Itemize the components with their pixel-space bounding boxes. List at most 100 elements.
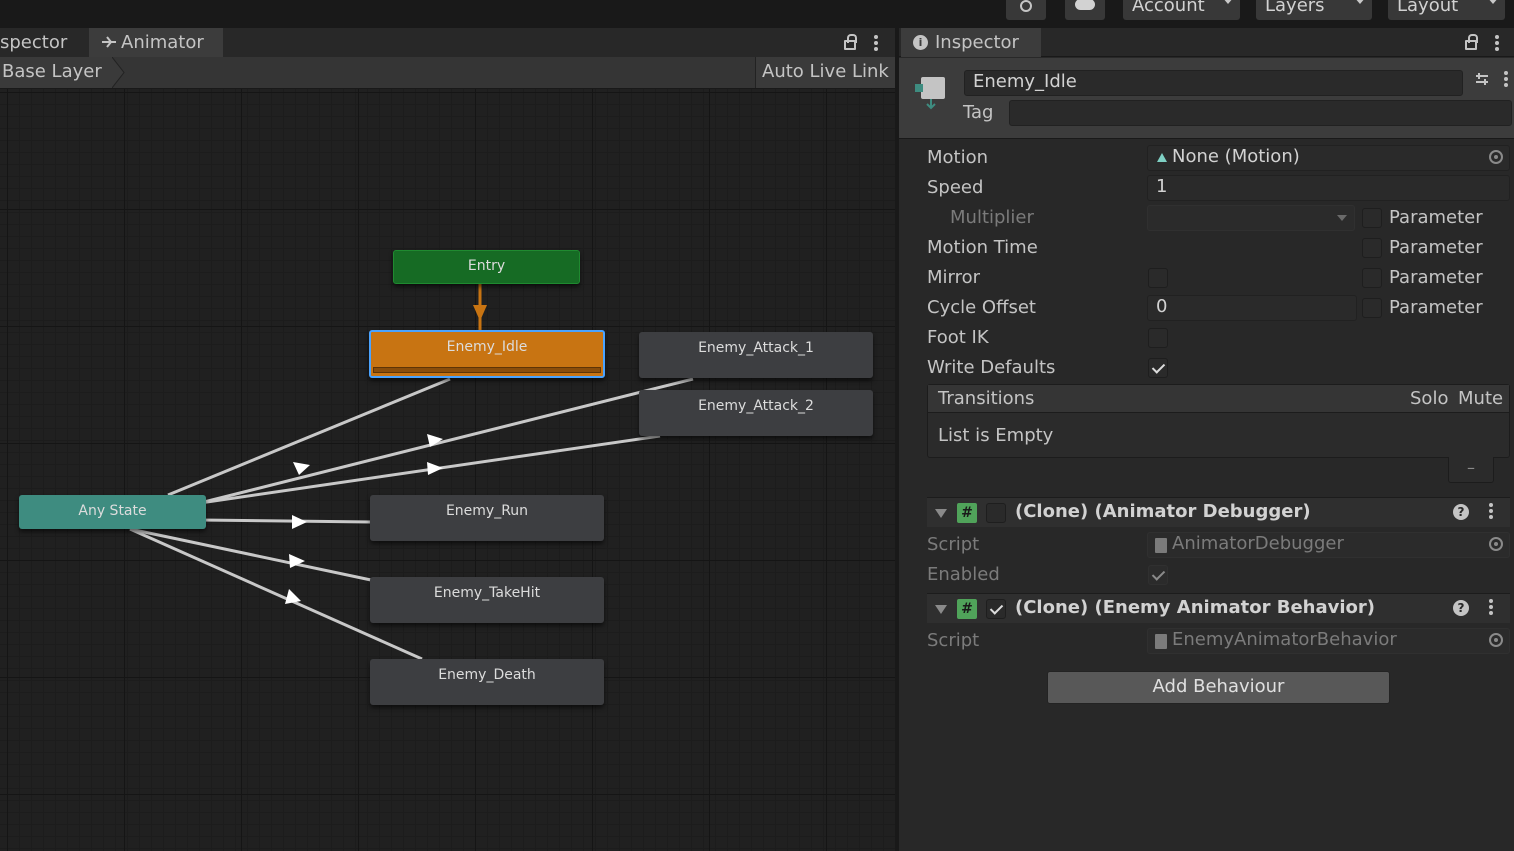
script-label: Script [927, 630, 980, 651]
foot-ik-label: Foot IK [927, 327, 989, 348]
breadcrumb-item-base-layer[interactable]: Base Layer [0, 57, 112, 88]
arrow-head [292, 515, 307, 529]
cycle-offset-label: Cycle Offset [927, 297, 1036, 318]
enabled-checkbox [1148, 565, 1168, 585]
state-machine-graph[interactable]: Entry Enemy_Idle Enemy_Attack_1 Enemy_At… [0, 89, 895, 851]
state-any-state[interactable]: Any State [19, 495, 206, 529]
motion-value: None (Motion) [1172, 146, 1300, 167]
more-options-icon[interactable] [1495, 35, 1499, 53]
write-defaults-checkbox[interactable] [1148, 358, 1168, 378]
state-label: Enemy_Death [438, 667, 536, 683]
state-enemy-death[interactable]: Enemy_Death [370, 659, 604, 705]
cloud-button[interactable] [1065, 0, 1105, 20]
state-label: Any State [78, 503, 147, 519]
lock-icon[interactable] [1465, 34, 1478, 50]
transition-any-to-run [199, 518, 372, 524]
tag-input[interactable] [1009, 100, 1512, 126]
animator-debugger-enabled-checkbox[interactable] [986, 503, 1006, 523]
script-label: Script [927, 534, 980, 555]
account-dropdown[interactable]: Account [1123, 0, 1240, 20]
speed-input[interactable]: 1 [1147, 175, 1510, 201]
mirror-parameter-checkbox[interactable] [1362, 268, 1382, 288]
behaviour-title: (Clone) (Animator Debugger) [1015, 501, 1311, 522]
add-behaviour-label: Add Behaviour [1152, 676, 1285, 697]
script-field: AnimatorDebugger [1147, 532, 1510, 558]
tab-label: Animator [121, 32, 204, 53]
mirror-checkbox[interactable] [1148, 268, 1168, 288]
animator-window: spector Animator Base Layer Auto Live Li… [0, 28, 895, 851]
more-options-icon[interactable] [1504, 71, 1508, 89]
foldout-icon[interactable] [935, 509, 947, 518]
multiplier-dropdown[interactable] [1147, 205, 1355, 231]
inspector-window: i Inspector Enemy_Idle Tag Motion None (M… [899, 28, 1514, 851]
layers-dropdown[interactable]: Layers [1256, 0, 1372, 20]
object-picker-icon[interactable] [1489, 633, 1503, 647]
state-label: Enemy_Attack_2 [698, 398, 814, 414]
play-settings-icon [1020, 0, 1032, 12]
tab-inspector[interactable]: i Inspector [901, 28, 1041, 57]
behaviour-header-enemy-animator-behavior[interactable]: # (Clone) (Enemy Animator Behavior) ? [927, 593, 1510, 623]
state-label: Enemy_Run [445, 503, 529, 519]
transitions-layer [129, 284, 694, 661]
chevron-down-icon [1222, 0, 1234, 4]
state-enemy-takehit[interactable]: Enemy_TakeHit [370, 577, 604, 623]
tab-inspector-partial[interactable]: spector [0, 28, 85, 57]
speed-value: 1 [1156, 176, 1168, 197]
state-name-value: Enemy_Idle [973, 71, 1077, 92]
state-progress-bar [373, 367, 601, 373]
inspector-tab-bar: i Inspector [899, 28, 1514, 57]
object-picker-icon[interactable] [1489, 150, 1503, 164]
foot-ik-checkbox[interactable] [1148, 328, 1168, 348]
object-picker-icon[interactable] [1489, 537, 1503, 551]
tag-label: Tag [963, 102, 994, 123]
auto-live-link-toggle[interactable]: Auto Live Link [755, 57, 895, 88]
enabled-label: Enabled [927, 564, 1000, 585]
speed-label: Speed [927, 177, 984, 198]
lock-icon[interactable] [844, 34, 857, 50]
foldout-icon[interactable] [935, 605, 947, 614]
script-icon: # [957, 599, 977, 619]
motion-field[interactable]: None (Motion) [1147, 145, 1510, 171]
state-enemy-attack-2[interactable]: Enemy_Attack_2 [639, 390, 873, 436]
cloud-icon [1075, 0, 1095, 10]
help-icon[interactable]: ? [1453, 600, 1469, 616]
remove-transition-button[interactable]: – [1448, 457, 1494, 483]
more-options-icon[interactable] [874, 35, 878, 53]
transition-any-to-idle [167, 377, 451, 497]
cycle-offset-parameter-checkbox[interactable] [1362, 298, 1382, 318]
motion-time-parameter-checkbox[interactable] [1362, 238, 1382, 258]
tab-animator[interactable]: Animator [89, 28, 223, 57]
cycle-offset-input[interactable]: 0 [1147, 295, 1357, 321]
remove-label: – [1467, 458, 1475, 477]
state-name-input[interactable]: Enemy_Idle [964, 70, 1463, 96]
parameter-label: Parameter [1389, 207, 1483, 228]
behaviour-header-animator-debugger[interactable]: # (Clone) (Animator Debugger) ? [927, 497, 1510, 527]
enemy-animator-behavior-enabled-checkbox[interactable] [986, 599, 1006, 619]
state-label: Enemy_Idle [446, 339, 528, 355]
arrow-head [285, 589, 301, 604]
play-settings-button[interactable] [1006, 0, 1046, 20]
more-options-icon[interactable] [1489, 503, 1493, 521]
help-icon[interactable]: ? [1453, 504, 1469, 520]
state-enemy-run[interactable]: Enemy_Run [370, 495, 604, 541]
more-options-icon[interactable] [1489, 599, 1493, 617]
multiplier-parameter-checkbox[interactable] [1362, 208, 1382, 228]
state-entry[interactable]: Entry [393, 250, 580, 284]
script-value: EnemyAnimatorBehavior [1172, 629, 1397, 650]
add-behaviour-button[interactable]: Add Behaviour [1047, 671, 1390, 704]
auto-live-link-label: Auto Live Link [762, 61, 889, 82]
script-file-icon [1155, 538, 1167, 553]
script-file-icon [1155, 634, 1167, 649]
chevron-down-icon [1337, 215, 1347, 221]
state-enemy-idle[interactable]: Enemy_Idle [369, 330, 605, 378]
layout-dropdown[interactable]: Layout [1388, 0, 1505, 20]
inspector-header: Enemy_Idle Tag [899, 58, 1514, 139]
breadcrumb: Base Layer Auto Live Link [0, 57, 895, 89]
state-enemy-attack-1[interactable]: Enemy_Attack_1 [639, 332, 873, 378]
arrow-head [293, 462, 310, 475]
motion-label: Motion [927, 147, 989, 168]
parameter-label: Parameter [1389, 297, 1483, 318]
preset-icon[interactable] [1474, 71, 1490, 87]
transitions-title: Transitions [938, 388, 1035, 409]
state-label: Enemy_Attack_1 [698, 340, 814, 356]
